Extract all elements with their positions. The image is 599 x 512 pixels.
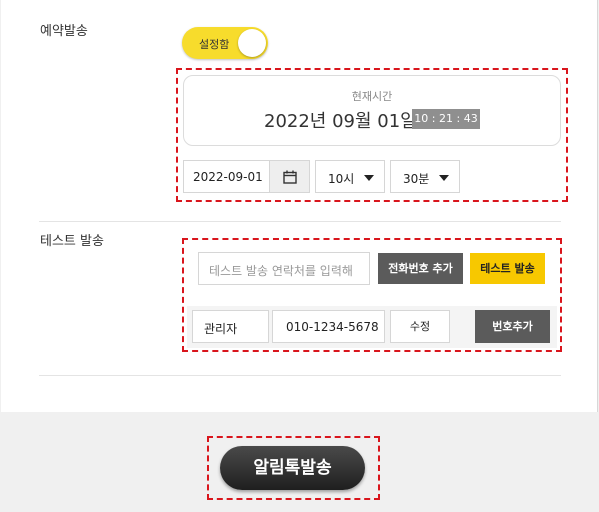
minute-select[interactable]: 30분 <box>390 160 460 193</box>
test-send-button[interactable]: 테스트 발송 <box>470 253 545 284</box>
reservation-toggle[interactable]: 설정함 <box>182 27 268 59</box>
hour-select[interactable]: 10시 <box>315 160 385 193</box>
test-phone-input[interactable]: 테스트 발송 연락처를 입력해 <box>198 252 370 285</box>
current-date: 2022년 09월 01일 <box>264 111 417 132</box>
test-send-label: 테스트 발송 <box>40 234 104 249</box>
calendar-icon <box>283 170 297 184</box>
add-number-button[interactable]: 번호추가 <box>475 310 550 343</box>
date-input[interactable]: 2022-09-01 <box>183 160 270 193</box>
reservation-label: 예약발송 <box>40 24 88 39</box>
toggle-label: 설정함 <box>199 38 230 51</box>
caret-down-icon <box>439 175 449 181</box>
section-divider <box>39 375 561 376</box>
add-phone-button[interactable]: 전화번호 추가 <box>378 253 463 284</box>
edit-button[interactable]: 수정 <box>390 310 450 343</box>
current-time-caption: 현재시간 <box>351 90 393 103</box>
calendar-button[interactable] <box>269 160 310 193</box>
current-clock: 10 : 21 : 43 <box>412 109 480 129</box>
hour-select-value: 10시 <box>328 172 355 186</box>
toggle-knob <box>238 29 266 57</box>
current-time-card: 현재시간 2022년 09월 01일 10 : 21 : 43 <box>183 75 561 146</box>
minute-select-value: 30분 <box>403 172 430 186</box>
section-divider <box>39 221 561 222</box>
settings-panel: 예약발송 설정함 현재시간 2022년 09월 01일 10 : 21 : 43… <box>1 0 598 412</box>
send-alimtalk-button[interactable]: 알림톡발송 <box>220 446 365 490</box>
recipient-phone-field[interactable]: 010-1234-5678 <box>272 310 385 343</box>
recipient-name-field[interactable]: 관리자 <box>192 310 269 343</box>
caret-down-icon <box>364 175 374 181</box>
